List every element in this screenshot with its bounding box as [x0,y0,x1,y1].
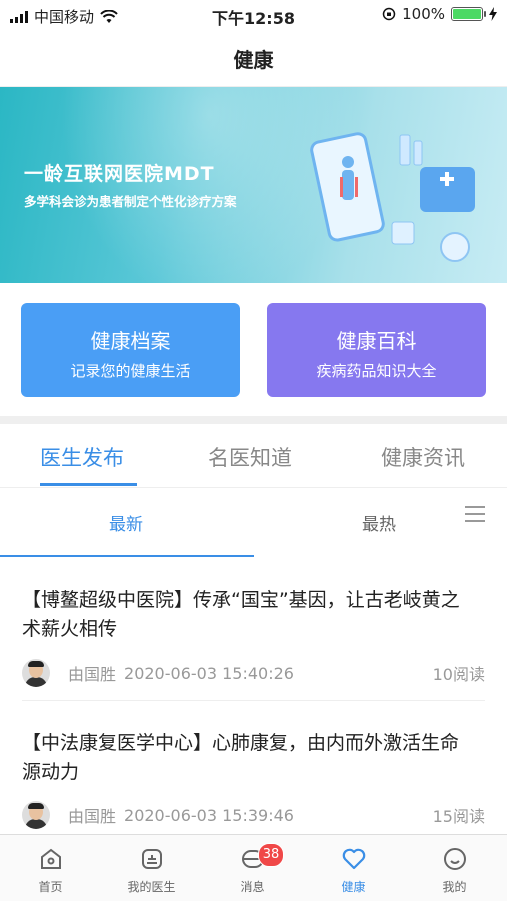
heart-icon [342,848,365,870]
sort-hottest[interactable]: 最热 [362,510,396,535]
article-reads: 15阅读 [432,807,485,826]
charging-icon [489,7,497,21]
status-bar: 中国移动 下午12:58 100% [0,0,507,30]
message-badge: 38 [258,843,284,867]
battery-label: 100% [402,5,445,23]
menu-icon[interactable] [465,506,485,527]
nav-health[interactable]: 健康 [303,835,404,901]
orientation-lock-icon [382,7,396,21]
nav-label: 首页 [38,880,63,894]
content-tabs: 医生发布 名医知道 健康资讯 [0,425,507,488]
article-datetime: 2020-06-03 15:40:26 [124,663,294,683]
tab-health-news[interactable]: 健康资讯 [381,442,465,472]
banner-subtitle: 多学科会诊为患者制定个性化诊疗方案 [24,194,237,209]
article-author: 由国胜 [68,807,117,826]
card-subtitle: 疾病药品知识大全 [316,362,437,380]
article-title: 【博鳌超级中医院】传承“国宝”基因，让古老岐黄之术薪火相传 [22,589,460,640]
nav-bar: 健康 [0,30,507,87]
nav-home[interactable]: 首页 [0,835,101,901]
banner-title: 一龄互联网医院MDT [24,163,215,185]
nav-label: 我的医生 [127,880,176,894]
page-title: 健康 [233,47,274,72]
nav-my-doctor[interactable]: 我的医生 [101,835,202,901]
sort-latest[interactable]: 最新 [109,510,143,535]
nav-label: 消息 [240,880,265,894]
banner-medical-illustration [310,132,475,262]
card-title: 健康档案 [90,329,171,353]
active-tab-indicator [40,483,137,486]
article-meta: 由国胜 2020-06-03 15:40:26 10阅读 [22,658,485,688]
author-avatar [22,659,50,687]
author-avatar [22,801,50,829]
tab-famous-doctors[interactable]: 名医知道 [208,442,292,472]
article-author: 由国胜 [68,665,117,684]
promo-banner[interactable]: 一龄互联网医院MDT 多学科会诊为患者制定个性化诊疗方案 [0,87,507,283]
profile-icon [443,848,466,870]
tab-doctor-posts[interactable]: 医生发布 [40,442,124,472]
home-icon [40,848,61,869]
status-right: 100% [382,5,497,23]
section-divider [0,416,507,424]
nav-label: 健康 [341,880,366,894]
nav-profile[interactable]: 我的 [404,835,505,901]
card-title: 健康百科 [336,329,417,353]
health-encyclopedia-card[interactable]: 健康百科 疾病药品知识大全 [267,303,486,397]
article-separator [22,700,485,701]
sort-tabs: 最新 最热 [0,488,507,558]
article-title: 【中法康复医学中心】心肺康复，由内而外激活生命源动力 [22,732,460,783]
nav-label: 我的 [442,880,467,894]
nav-messages[interactable]: 消息 38 [202,835,303,901]
card-subtitle: 记录您的健康生活 [70,362,191,380]
bottom-nav: 首页 我的医生 消息 38 健康 我的 [0,834,507,901]
article-reads: 10阅读 [432,665,485,684]
battery-icon [451,7,486,21]
article-datetime: 2020-06-03 15:39:46 [124,805,294,825]
active-sort-indicator [0,555,254,557]
doctor-icon [141,849,162,869]
feature-cards: 健康档案 记录您的健康生活 健康百科 疾病药品知识大全 [21,303,487,397]
health-record-card[interactable]: 健康档案 记录您的健康生活 [21,303,240,397]
article-meta: 由国胜 2020-06-03 15:39:46 15阅读 [22,800,485,830]
